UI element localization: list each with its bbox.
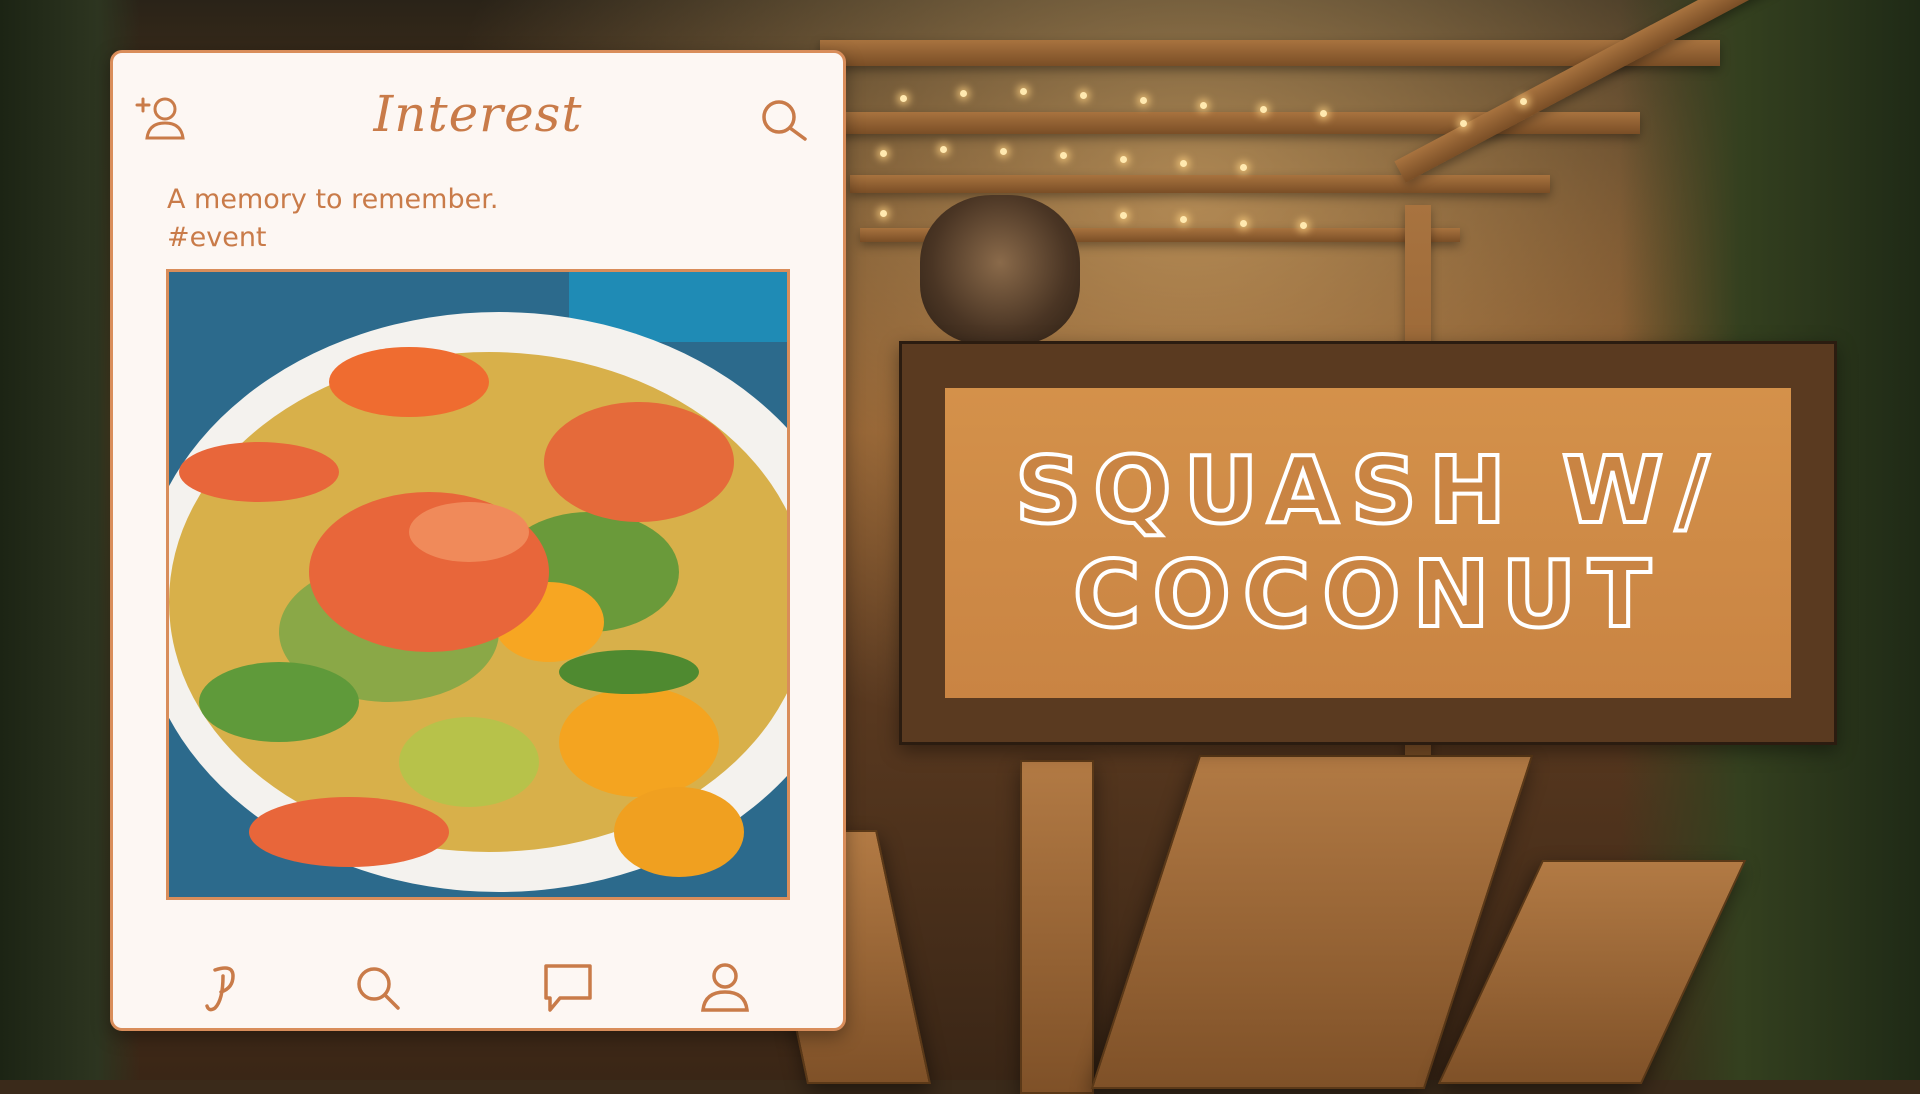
string-light	[1200, 102, 1207, 109]
bench	[1020, 760, 1094, 1094]
post-caption: A memory to remember. #event	[167, 181, 498, 257]
caption-text: A memory to remember.	[167, 184, 499, 215]
comment-icon[interactable]	[538, 958, 598, 1018]
string-light	[1180, 216, 1187, 223]
dish-title: SQUASH W/ COCONUT	[1013, 437, 1721, 649]
string-light	[1460, 120, 1467, 127]
string-light	[1520, 98, 1527, 105]
dish-title-line2: COCONUT	[1071, 541, 1663, 649]
food-photo-illustration	[169, 272, 787, 897]
string-light	[940, 146, 947, 153]
social-post-card: Interest A memory to remember. #event	[110, 50, 846, 1031]
string-light	[900, 95, 907, 102]
app-brand-logo: Interest	[373, 85, 583, 143]
title-plaque: SQUASH W/ COCONUT	[899, 341, 1837, 745]
search-icon[interactable]	[757, 95, 813, 145]
hanging-lamp	[920, 195, 1080, 345]
string-light	[1140, 97, 1147, 104]
string-light	[1180, 160, 1187, 167]
caption-hashtag[interactable]: #event	[167, 219, 498, 257]
string-light	[1260, 106, 1267, 113]
string-light	[880, 210, 887, 217]
string-light	[1120, 156, 1127, 163]
title-plaque-inner: SQUASH W/ COCONUT	[945, 388, 1791, 698]
search-icon[interactable]	[348, 958, 408, 1018]
string-light	[1120, 212, 1127, 219]
dish-title-line1: SQUASH W/	[1013, 437, 1721, 545]
pergola-beam	[850, 175, 1550, 193]
string-light	[1000, 148, 1007, 155]
card-header: Interest	[113, 53, 843, 173]
string-light	[1240, 164, 1247, 171]
string-light	[1020, 88, 1027, 95]
bottom-navigation	[113, 958, 843, 1018]
string-light	[1080, 92, 1087, 99]
string-light	[1320, 110, 1327, 117]
profile-icon[interactable]	[695, 958, 755, 1018]
string-light	[1060, 152, 1067, 159]
post-photo	[166, 269, 790, 900]
string-light	[880, 150, 887, 157]
string-light	[960, 90, 967, 97]
string-light	[1300, 222, 1307, 229]
home-logo-icon[interactable]	[193, 958, 253, 1018]
string-light	[1240, 220, 1247, 227]
